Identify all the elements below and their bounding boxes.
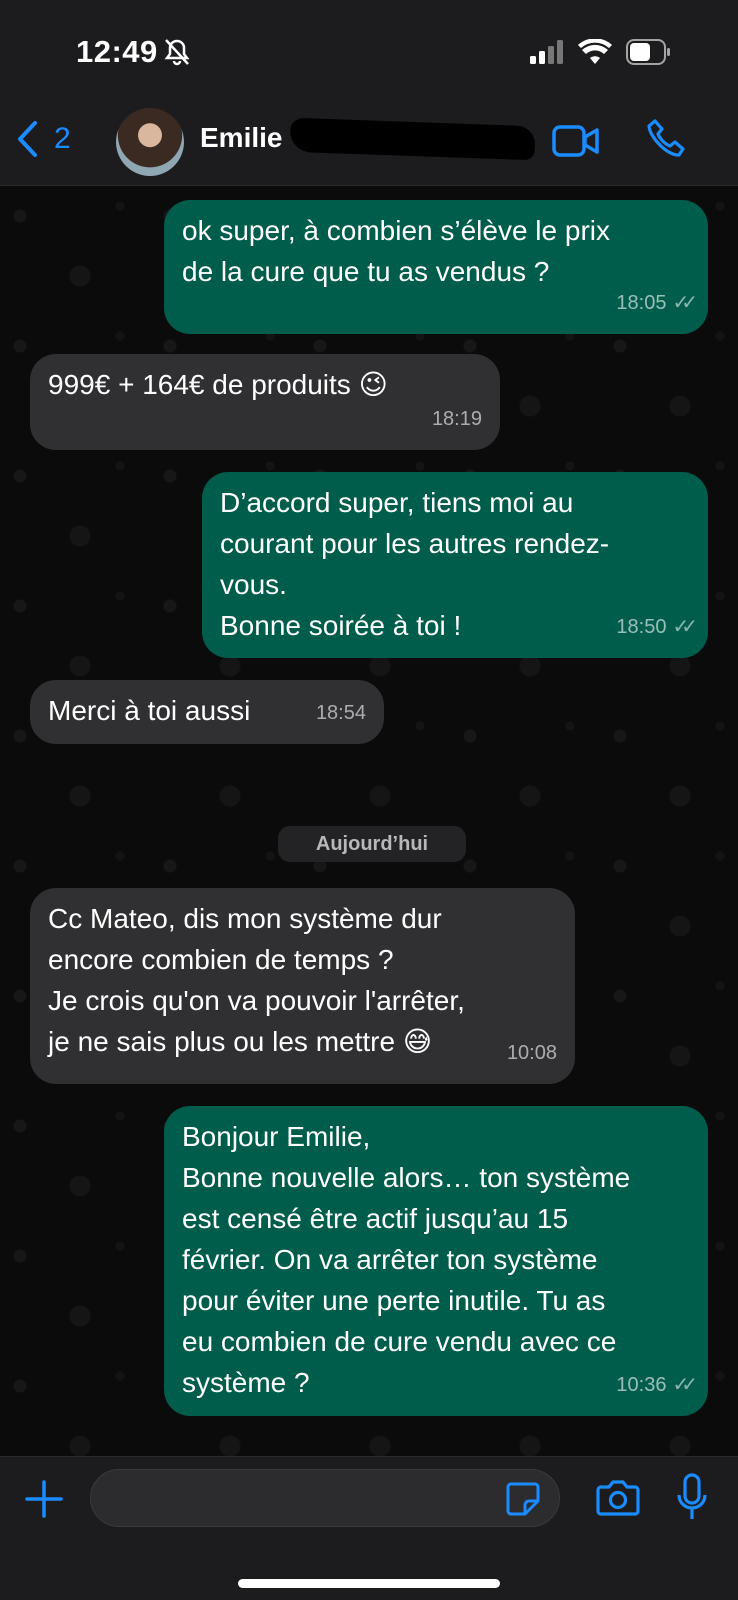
message-meta: 18:54 [316,693,366,734]
bell-slash-icon [164,38,190,71]
message-bubble-incoming[interactable]: 999€ + 164€ de produits 😉 18:19 [30,354,500,450]
message-bubble-incoming[interactable]: Merci à toi aussi 18:54 [30,680,384,744]
home-indicator[interactable] [238,1579,500,1588]
message-time: 18:05 [616,292,667,314]
message-bubble-outgoing[interactable]: ok super, à combien s’élève le prix de l… [164,200,708,334]
message-text: Bonjour Emilie, Bonne nouvelle alors… to… [182,1121,631,1398]
contact-name[interactable]: Emilie [200,122,282,154]
read-ticks-icon: ✓✓ [672,292,697,314]
message-input[interactable] [90,1469,560,1527]
sticker-icon[interactable] [505,1481,541,1522]
message-meta: 18:19 [432,399,482,440]
message-text: Merci à toi aussi [48,695,251,726]
camera-icon[interactable] [596,1479,640,1522]
video-call-icon[interactable] [552,124,600,163]
avatar[interactable] [116,108,184,176]
chat-header: 2 Emilie [0,100,738,186]
microphone-icon[interactable] [676,1473,708,1528]
phone-icon[interactable] [646,118,686,165]
plus-icon[interactable] [24,1479,64,1524]
message-time: 18:19 [431,408,482,430]
unread-count: 2 [54,122,71,155]
message-bubble-outgoing[interactable]: D’accord super, tiens moi au courant pou… [202,472,708,658]
composer-bar [0,1456,738,1600]
redaction-mark [289,117,536,161]
message-meta: 18:50 ✓✓ [616,607,697,648]
message-time: 18:50 [616,616,667,638]
back-button[interactable]: 2 [16,120,71,158]
message-list[interactable]: ok super, à combien s’élève le prix de l… [0,186,738,1456]
wifi-icon [578,38,612,70]
signal-icon [530,40,566,69]
message-text: 999€ + 164€ de produits 😉 [48,369,388,400]
status-time: 12:49 [76,34,158,69]
message-bubble-incoming[interactable]: Cc Mateo, dis mon système dur encore com… [30,888,575,1084]
message-bubble-outgoing[interactable]: Bonjour Emilie, Bonne nouvelle alors… to… [164,1106,708,1416]
message-meta: 10:08 [507,1033,557,1074]
battery-icon [626,39,672,70]
status-bar: 12:49 [0,0,738,100]
message-meta: 10:36 ✓✓ [616,1365,697,1406]
message-meta: 18:05 ✓✓ [616,283,697,324]
day-separator: Aujourd’hui [278,826,466,862]
message-text: ok super, à combien s’élève le prix de l… [182,215,610,287]
chevron-left-icon [18,121,37,157]
message-time: 10:36 [616,1374,667,1396]
message-time: 10:08 [506,1042,557,1064]
read-ticks-icon: ✓✓ [672,616,697,638]
message-text: Cc Mateo, dis mon système dur encore com… [48,903,465,1057]
read-ticks-icon: ✓✓ [672,1374,697,1396]
message-time: 18:54 [315,702,366,724]
